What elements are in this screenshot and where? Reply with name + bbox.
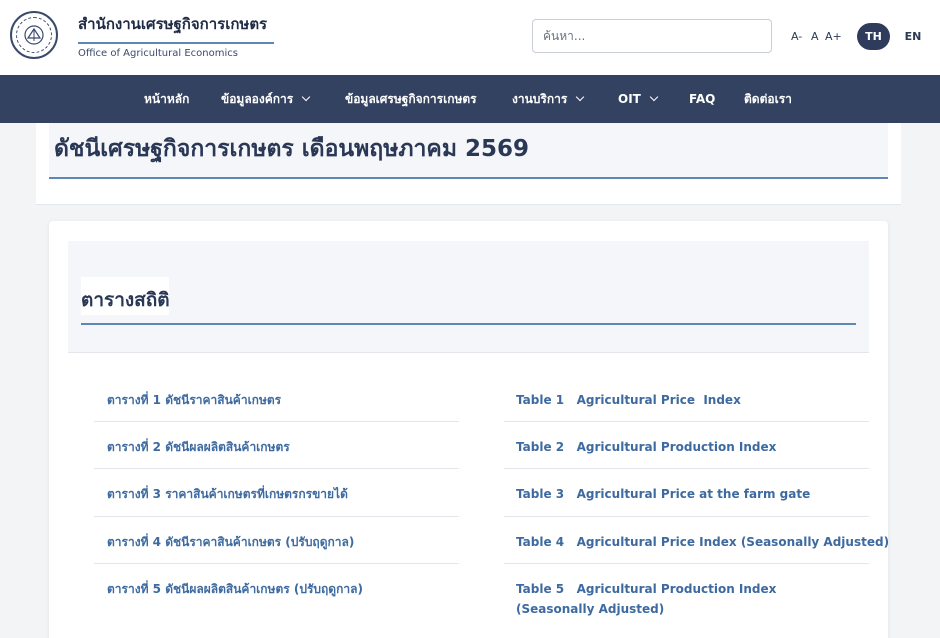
- chevron-down-icon: [576, 92, 585, 102]
- font-decrease-button[interactable]: A-: [791, 30, 802, 43]
- link-divider: [504, 421, 869, 422]
- org-name-th[interactable]: สำนักงานเศรษฐกิจการเกษตร: [78, 12, 267, 36]
- nav-item-label: ติดต่อเรา: [744, 91, 792, 106]
- font-normal-button[interactable]: A: [811, 30, 819, 43]
- link-divider: [94, 468, 459, 469]
- link-divider: [94, 516, 459, 517]
- link-divider: [504, 563, 869, 564]
- org-name-en[interactable]: Office of Agricultural Economics: [78, 48, 238, 59]
- stats-card: ตารางสถิติ ตารางที่ 1 ดัชนีราคาสินค้าเกษ…: [49, 221, 889, 638]
- nav-item-label: งานบริการ: [512, 91, 568, 106]
- stats-card-header: ตารางสถิติ: [68, 241, 869, 353]
- nav-item-label: ข้อมูลเศรษฐกิจการเกษตร: [345, 91, 477, 106]
- thai-table-link-4[interactable]: ตารางที่ 4 ดัชนีราคาสินค้าเกษตร (ปรับฤดู…: [107, 532, 457, 552]
- thai-table-link-1[interactable]: ตารางที่ 1 ดัชนีราคาสินค้าเกษตร: [107, 390, 457, 410]
- page-title: ดัชนีเศรษฐกิจการเกษตร เดือนพฤษภาคม 2569: [54, 136, 530, 162]
- language-th-button[interactable]: TH: [857, 23, 890, 50]
- nav-item-organization[interactable]: ข้อมูลองค์การ: [221, 75, 311, 123]
- nav-item-label: ข้อมูลองค์การ: [221, 91, 294, 106]
- chevron-down-icon: [301, 92, 311, 102]
- page-title-box: ดัชนีเศรษฐกิจการเกษตร เดือนพฤษภาคม 2569: [49, 123, 888, 179]
- section-underline: [81, 323, 856, 325]
- thai-table-link-2[interactable]: ตารางที่ 2 ดัชนีผลผลิตสินค้าเกษตร: [107, 437, 457, 457]
- english-table-link-3[interactable]: Table 3 Agricultural Price at the farm g…: [516, 484, 856, 504]
- english-table-link-4[interactable]: Table 4 Agricultural Price Index (Season…: [516, 532, 889, 552]
- thai-table-link-3[interactable]: ตารางที่ 3 ราคาสินค้าเกษตรที่เกษตรกรขายไ…: [107, 484, 457, 504]
- org-name-underline: [78, 42, 274, 44]
- english-table-link-2[interactable]: Table 2 Agricultural Production Index: [516, 437, 856, 457]
- main-navbar: หน้าหลัก ข้อมูลองค์การ ข้อมูลเศรษฐกิจการ…: [0, 75, 940, 123]
- search-input[interactable]: [532, 19, 772, 53]
- link-divider: [94, 563, 459, 564]
- nav-item-faq[interactable]: FAQ: [689, 75, 715, 123]
- nav-item-label: FAQ: [689, 92, 716, 106]
- section-title: ตารางสถิติ: [81, 289, 170, 311]
- thai-table-link-5[interactable]: ตารางที่ 5 ดัชนีผลผลิตสินค้าเกษตร (ปรับฤ…: [107, 579, 457, 599]
- nav-item-home[interactable]: หน้าหลัก: [144, 75, 189, 123]
- english-table-link-5[interactable]: Table 5 Agricultural Production Index (S…: [516, 579, 846, 619]
- nav-item-label: หน้าหลัก: [144, 91, 190, 106]
- nav-item-label: OIT: [618, 92, 641, 106]
- font-increase-button[interactable]: A+: [825, 30, 842, 43]
- nav-item-agri-economics[interactable]: ข้อมูลเศรษฐกิจการเกษตร: [345, 75, 477, 123]
- site-header: สำนักงานเศรษฐกิจการเกษตร Office of Agric…: [0, 0, 940, 75]
- nav-item-services[interactable]: งานบริการ: [512, 75, 585, 123]
- link-divider: [504, 468, 869, 469]
- agency-seal-icon[interactable]: [10, 11, 58, 59]
- english-table-link-1[interactable]: Table 1 Agricultural Price Index: [516, 390, 856, 410]
- language-en-button[interactable]: EN: [900, 23, 926, 50]
- link-divider: [94, 421, 459, 422]
- page-title-section: ดัชนีเศรษฐกิจการเกษตร เดือนพฤษภาคม 2569: [36, 123, 901, 205]
- nav-item-contact[interactable]: ติดต่อเรา: [744, 75, 792, 123]
- chevron-down-icon: [649, 92, 659, 102]
- nav-item-oit[interactable]: OIT: [618, 75, 659, 123]
- link-divider: [504, 516, 869, 517]
